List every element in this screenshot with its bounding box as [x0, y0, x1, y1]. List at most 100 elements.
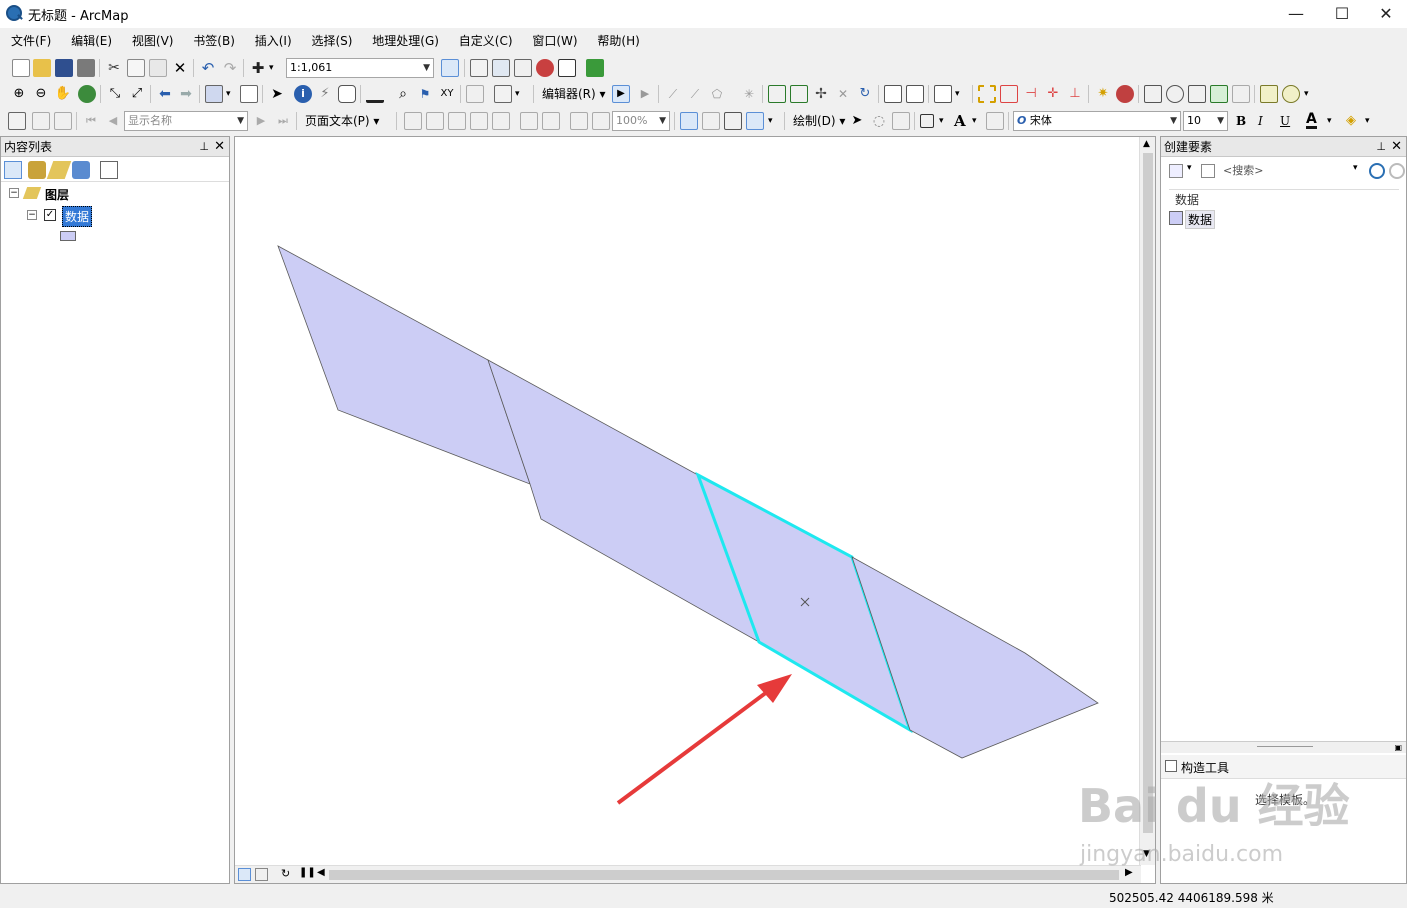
create-viewer-window-icon[interactable] [494, 85, 512, 103]
add-data-icon[interactable]: ✚ [249, 59, 267, 77]
fixed-layout-zoom-in-icon[interactable] [520, 112, 538, 130]
zoom-in-icon[interactable]: ⊕ [10, 85, 28, 103]
modelbuilder-icon[interactable] [586, 59, 604, 77]
list-by-visibility-icon[interactable] [46, 161, 72, 179]
template-filter-icon[interactable] [1169, 164, 1183, 178]
hyperlink-icon[interactable]: ⚡ [316, 85, 334, 103]
go-back-icon[interactable]: ⬅ [156, 85, 174, 103]
pan-icon[interactable]: ✋ [54, 85, 72, 103]
minimize-button[interactable]: — [1273, 0, 1319, 28]
time-slider-icon[interactable] [466, 85, 484, 103]
add-data-dropdown-icon[interactable]: ▾ [269, 59, 274, 77]
list-by-source-icon[interactable] [28, 161, 46, 179]
zoom-to-selected-elements-icon[interactable] [892, 112, 910, 130]
editor-menu-button[interactable]: 编辑器(R) ▾ [542, 85, 606, 103]
search-dropdown-icon[interactable]: ▾ [1353, 163, 1358, 173]
layout-view-button[interactable] [255, 868, 268, 881]
font-name-combo[interactable]: O 宋体 ▼ [1013, 111, 1181, 131]
go-forward-icon[interactable]: ➡ [177, 85, 195, 103]
endpoint-arc-icon[interactable]: ⟋ [686, 85, 704, 103]
bold-button[interactable]: B [1236, 112, 1246, 130]
menu-insert[interactable]: 插入(I) [247, 30, 300, 52]
map-vertical-scrollbar[interactable]: ▲ ▼ [1139, 137, 1155, 865]
menu-file[interactable]: 文件(F) [3, 30, 59, 52]
snapping-icon[interactable]: ✷ [1094, 85, 1112, 103]
organize-templates-icon[interactable] [1201, 164, 1215, 178]
layout-zoom-in-icon[interactable] [404, 112, 422, 130]
html-popup-icon[interactable] [338, 85, 356, 103]
catalog-icon[interactable] [492, 59, 510, 77]
layers-root-label[interactable]: 图层 [45, 186, 69, 203]
show-shared-features-icon[interactable]: ✛ [1044, 85, 1062, 103]
layer-name-selected[interactable]: 数据 [62, 206, 93, 227]
panel-splitter[interactable]: ▣ [1161, 741, 1406, 753]
fill-color-dropdown-icon[interactable]: ▾ [1365, 112, 1370, 130]
rectangle-dropdown-icon[interactable]: ▾ [939, 112, 944, 130]
edgematch-icon[interactable] [1188, 85, 1206, 103]
select-elements-icon[interactable]: ➤ [268, 85, 286, 103]
layer-icon-disabled[interactable] [32, 112, 50, 130]
full-extent-icon[interactable] [78, 85, 96, 103]
redo-icon[interactable]: ↷ [221, 59, 239, 77]
editor-toolbar-icon[interactable] [441, 59, 459, 77]
cut-polygons-icon[interactable]: ✢ [812, 85, 830, 103]
maximize-splitter-icon[interactable]: ▣ [1394, 743, 1402, 752]
menu-geoprocessing[interactable]: 地理处理(G) [364, 30, 447, 52]
reshape-edge-icon[interactable]: ⊣ [1022, 85, 1040, 103]
go-to-xy-icon[interactable]: XY [438, 85, 456, 103]
clear-search-icon[interactable] [1389, 163, 1405, 179]
font-color-icon[interactable]: A [1306, 112, 1317, 129]
cut-icon[interactable]: ✂ [105, 59, 123, 77]
table-of-contents-icon[interactable] [470, 59, 488, 77]
toc-options-icon[interactable] [100, 161, 118, 179]
text-tool-icon[interactable]: A [954, 112, 966, 130]
pause-drawing-icon[interactable]: ❚❚ [299, 867, 316, 878]
create-features-window-icon[interactable] [934, 85, 952, 103]
vertical-scroll-thumb[interactable] [1143, 153, 1153, 833]
template-symbol-swatch[interactable] [1169, 211, 1183, 225]
close-button[interactable]: ✕ [1363, 0, 1407, 28]
spatial-adjust-icon[interactable] [1144, 85, 1162, 103]
new-document-icon[interactable] [12, 59, 30, 77]
list-by-drawing-order-icon[interactable] [4, 161, 22, 179]
page-text-menu-button[interactable]: 页面文本(P) ▾ [305, 112, 379, 130]
split-tool-icon[interactable]: ✕ [834, 85, 852, 103]
font-size-combo[interactable]: 10 ▼ [1183, 111, 1228, 131]
feature-template-item[interactable]: 数据 [1185, 210, 1216, 229]
modify-edge-icon[interactable] [1000, 85, 1018, 103]
collapse-layer-icon[interactable]: − [27, 210, 37, 220]
first-record-icon[interactable]: ⏮ [82, 112, 100, 130]
menu-bookmarks[interactable]: 书签(B) [185, 30, 243, 52]
horizontal-scroll-thumb[interactable] [329, 870, 1119, 880]
identify-icon[interactable]: i [294, 85, 312, 103]
undo-icon[interactable]: ↶ [199, 59, 217, 77]
fixed-zoom-out-icon[interactable]: ⤢ [128, 85, 146, 103]
zoom-100-icon[interactable] [492, 112, 510, 130]
layout-forward-icon[interactable] [592, 112, 610, 130]
measure-icon[interactable] [366, 85, 384, 103]
more-tools-dropdown-icon[interactable]: ▾ [515, 85, 520, 103]
edit-tool-icon[interactable]: ▶ [612, 85, 630, 103]
select-features-dropdown-icon[interactable]: ▾ [226, 85, 231, 103]
georeference-icon[interactable] [1116, 85, 1134, 103]
menu-view[interactable]: 视图(V) [124, 30, 182, 52]
change-layout-icon[interactable] [724, 112, 742, 130]
map-scale-combo[interactable]: 1:1,061 ▼ [286, 58, 434, 78]
layout-zoom-combo[interactable]: 100% ▼ [612, 111, 670, 131]
attributes-icon[interactable] [884, 85, 902, 103]
topology-edit-icon[interactable] [978, 85, 996, 103]
last-record-icon[interactable]: ⏭ [274, 112, 292, 130]
toggle-draft-mode-icon[interactable] [680, 112, 698, 130]
paste-icon[interactable] [149, 59, 167, 77]
reshape-feature-icon[interactable] [790, 85, 808, 103]
align-edge-icon[interactable]: ⊥ [1066, 85, 1084, 103]
menu-selection[interactable]: 选择(S) [303, 30, 360, 52]
maximize-button[interactable]: ☐ [1319, 0, 1365, 28]
rectangle-icon[interactable] [920, 114, 934, 128]
rotate-tool-icon[interactable]: ↻ [856, 85, 874, 103]
clear-selection-icon[interactable] [240, 85, 258, 103]
find-route-icon[interactable]: ⚑ [416, 85, 434, 103]
list-by-selection-icon[interactable] [72, 161, 90, 179]
advanced-edit-dropdown-icon[interactable]: ▾ [1304, 85, 1309, 103]
scroll-right-icon[interactable]: ▶ [1125, 867, 1133, 878]
